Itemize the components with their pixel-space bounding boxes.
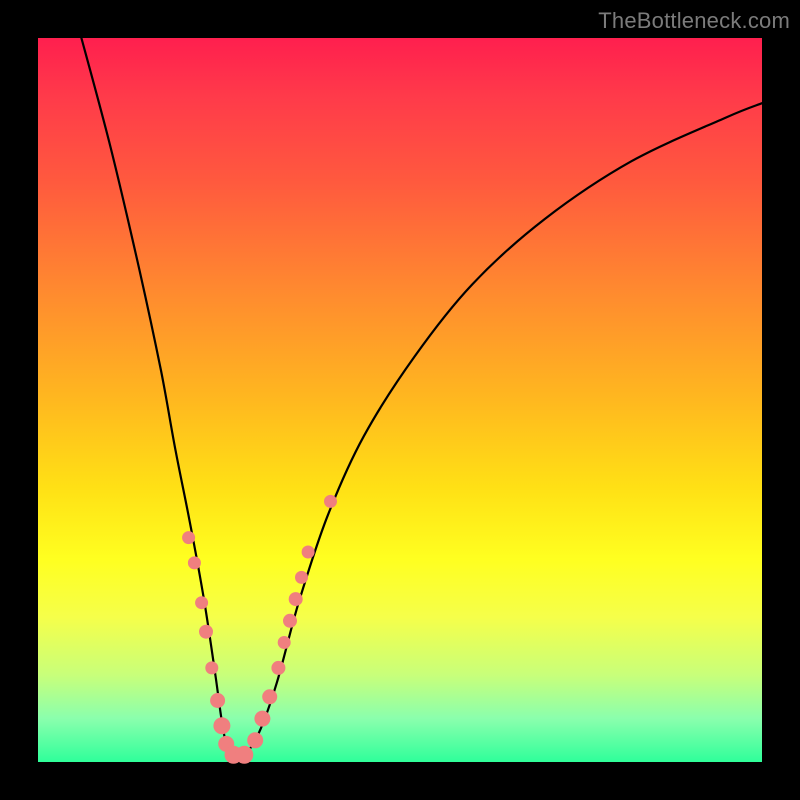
data-marker [271,661,285,675]
bottleneck-curve [81,38,762,758]
watermark-text: TheBottleneck.com [598,8,790,34]
marker-group [182,495,337,764]
chart-svg [38,38,762,762]
data-marker [195,596,208,609]
data-marker [205,661,218,674]
chart-frame: TheBottleneck.com [0,0,800,800]
data-marker [278,636,291,649]
data-marker [199,625,213,639]
data-marker [188,556,201,569]
data-marker [324,495,337,508]
data-marker [210,693,225,708]
data-marker [254,711,270,727]
data-marker [289,592,303,606]
data-marker [235,746,253,764]
data-marker [262,689,277,704]
data-marker [295,571,308,584]
data-marker [182,531,195,544]
data-marker [213,717,230,734]
data-marker [283,614,297,628]
data-marker [302,546,315,559]
plot-area [38,38,762,762]
data-marker [247,732,263,748]
